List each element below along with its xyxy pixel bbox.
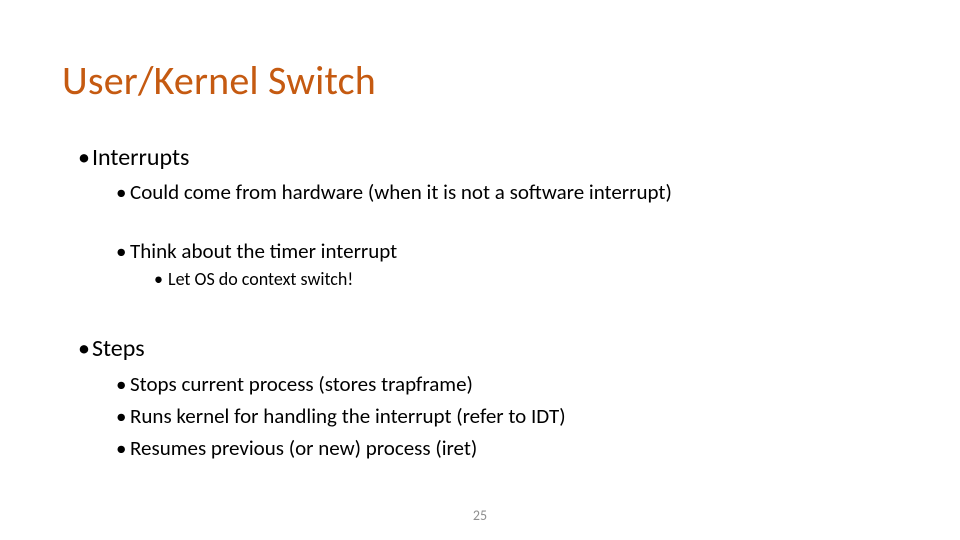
- slide-title: User/Kernel Switch: [62, 56, 376, 105]
- bullet-lvl3-context-switch: •Let OS do context switch!: [154, 267, 898, 291]
- bullet-lvl2-runs-kernel: •Runs kernel for handling the interrupt …: [116, 402, 898, 430]
- spacer: [78, 209, 898, 233]
- bullet-text: Steps: [92, 334, 145, 363]
- bullet-icon: •: [154, 267, 168, 291]
- slide-content: •Interrupts •Could come from hardware (w…: [78, 142, 898, 465]
- bullet-text: Could come from hardware (when it is not…: [130, 179, 672, 205]
- bullet-lvl1-interrupts: •Interrupts: [78, 142, 898, 174]
- bullet-icon: •: [116, 370, 130, 398]
- bullet-lvl1-steps: •Steps: [78, 333, 898, 365]
- bullet-lvl2-hardware: •Could come from hardware (when it is no…: [116, 178, 898, 206]
- slide: User/Kernel Switch •Interrupts •Could co…: [0, 0, 960, 540]
- bullet-text: Think about the timer interrupt: [130, 238, 397, 264]
- bullet-icon: •: [116, 402, 130, 430]
- bullet-icon: •: [116, 434, 130, 462]
- bullet-text: Runs kernel for handling the interrupt (…: [130, 403, 566, 429]
- bullet-text: Stops current process (stores trapframe): [130, 371, 473, 397]
- bullet-lvl2-stops: •Stops current process (stores trapframe…: [116, 370, 898, 398]
- spacer: [78, 293, 898, 333]
- bullet-icon: •: [116, 237, 130, 265]
- bullet-icon: •: [78, 333, 92, 365]
- bullet-icon: •: [78, 142, 92, 174]
- bullet-lvl2-resumes: •Resumes previous (or new) process (iret…: [116, 434, 898, 462]
- bullet-lvl2-timer: •Think about the timer interrupt: [116, 237, 898, 265]
- page-number: 25: [0, 507, 960, 524]
- bullet-icon: •: [116, 178, 130, 206]
- bullet-text: Let OS do context switch!: [168, 268, 353, 290]
- bullet-text: Interrupts: [92, 143, 189, 172]
- bullet-text: Resumes previous (or new) process (iret): [130, 435, 477, 461]
